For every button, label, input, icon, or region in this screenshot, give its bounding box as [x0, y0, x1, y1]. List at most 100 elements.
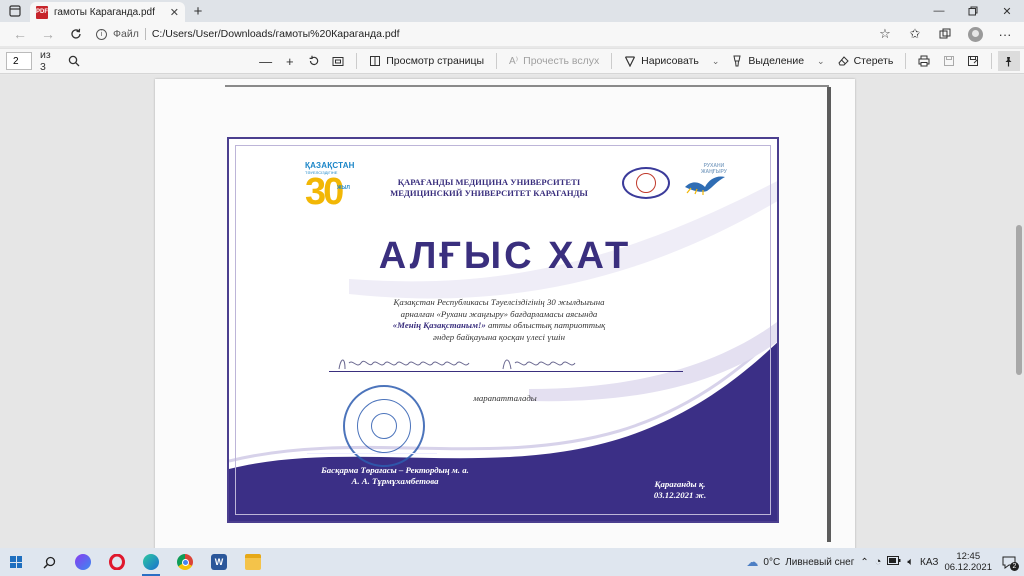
- university-name: ҚАРАҒАНДЫ МЕДИЦИНА УНИВЕРСИТЕТІ МЕДИЦИНС…: [369, 177, 609, 199]
- university-emblem-icon: [622, 167, 670, 199]
- toolbar-divider: [990, 53, 992, 69]
- vertical-scrollbar[interactable]: [1014, 75, 1024, 548]
- fit-page-icon[interactable]: [326, 50, 350, 72]
- battery-icon[interactable]: [887, 556, 901, 568]
- scan-shadow-top: [225, 85, 829, 87]
- taskbar-word-app[interactable]: W: [202, 548, 236, 576]
- logo-kazakhstan-text: ҚАЗАҚСТАН: [305, 161, 355, 170]
- read-aloud-icon: A⁾: [509, 55, 519, 67]
- start-button[interactable]: [0, 548, 32, 576]
- taskbar-edge-app[interactable]: [134, 548, 168, 576]
- favorites-icon[interactable]: ✩: [902, 23, 928, 45]
- volume-icon[interactable]: 🔈︎: [907, 556, 914, 569]
- close-tab-icon[interactable]: ✕: [170, 6, 179, 19]
- page-view-label: Просмотр страницы: [386, 55, 485, 67]
- add-favorite-icon[interactable]: ☆: [872, 23, 898, 45]
- network-icon[interactable]: ◔: [875, 556, 882, 568]
- url-scheme-label: Файл: [113, 28, 139, 40]
- weather-widget[interactable]: ☁ 0°C Ливневый снег: [746, 555, 854, 569]
- url-field[interactable]: i Файл C:/Users/User/Downloads/гамоты%20…: [96, 24, 866, 44]
- certificate: ҚАЗАҚСТАН ТӘУЕЛСІЗДІГІНЕ 30 ЖЫЛ ҚАРАҒАНД…: [227, 137, 779, 523]
- page-number-input[interactable]: [6, 52, 32, 70]
- logo-jyl-text: ЖЫЛ: [337, 185, 350, 191]
- new-tab-button[interactable]: +: [185, 0, 211, 22]
- forward-icon[interactable]: →: [34, 23, 62, 45]
- toolbar-divider: [356, 53, 358, 69]
- tab-title: гамоты Караганда.pdf: [54, 6, 155, 18]
- notifications-button[interactable]: 2: [998, 551, 1020, 573]
- tab-actions-icon: [9, 5, 21, 17]
- url-text: C:/Users/User/Downloads/гамоты%20Караган…: [151, 28, 400, 40]
- issue-date: 03.12.2021 ж.: [653, 490, 707, 500]
- profile-button[interactable]: [962, 23, 988, 45]
- erase-label: Стереть: [853, 55, 894, 67]
- university-name-ru: МЕДИЦИНСКИЙ УНИВЕРСИТЕТ КАРАГАНДЫ: [390, 188, 588, 198]
- snow-cloud-icon: ☁: [746, 555, 759, 569]
- chrome-icon: [177, 554, 193, 570]
- pin-toolbar-icon[interactable]: [997, 51, 1021, 71]
- edge-icon: [143, 554, 159, 570]
- highlight-label: Выделение: [748, 55, 805, 67]
- place-date-block: Қарағанды қ. 03.12.2021 ж.: [625, 479, 735, 501]
- independence-30-logo: ҚАЗАҚСТАН ТӘУЕЛСІЗДІГІНЕ 30 ЖЫЛ: [305, 161, 355, 221]
- search-icon: [42, 556, 55, 569]
- draw-label: Нарисовать: [641, 55, 699, 67]
- taskbar-alice-app[interactable]: [66, 548, 100, 576]
- university-name-kz: ҚАРАҒАНДЫ МЕДИЦИНА УНИВЕРСИТЕТІ: [397, 177, 581, 187]
- word-icon: W: [211, 554, 227, 570]
- rotate-icon[interactable]: [302, 50, 326, 72]
- search-icon[interactable]: [62, 50, 86, 72]
- print-icon[interactable]: [912, 50, 936, 72]
- tab-bar: PDF гамоты Караганда.pdf ✕ + — ✕: [0, 0, 1024, 22]
- read-aloud-button[interactable]: A⁾ Прочесть вслух: [503, 50, 605, 72]
- tab-pdf[interactable]: PDF гамоты Караганда.pdf ✕: [30, 2, 185, 22]
- browser-right-icons: ☆ ✩ ···: [872, 23, 1018, 45]
- collections-icon[interactable]: [932, 23, 958, 45]
- toolbar-divider: [496, 53, 497, 69]
- erase-button[interactable]: Стереть: [831, 50, 900, 72]
- chevron-down-icon[interactable]: ⌄: [712, 56, 720, 67]
- address-bar: ← → i Файл C:/Users/User/Downloads/гамот…: [0, 22, 1024, 46]
- zoom-out-icon[interactable]: —: [254, 50, 278, 72]
- info-icon[interactable]: i: [96, 28, 107, 40]
- certificate-body-text: Қазақстан Республикасы Тәуелсіздігінің 3…: [392, 297, 606, 342]
- save-icon[interactable]: [936, 50, 960, 72]
- language-indicator[interactable]: КАЗ: [920, 557, 938, 568]
- draw-button[interactable]: Нарисовать ⌄: [618, 50, 725, 72]
- refresh-icon[interactable]: [62, 23, 90, 45]
- system-tray: ☁ 0°C Ливневый снег ⌃ ◔ 🔈︎ КАЗ 12:45 06.…: [746, 548, 1024, 576]
- emblem-center: [636, 173, 656, 193]
- taskbar-explorer-app[interactable]: [236, 548, 270, 576]
- signer-block: Басқарма Төрағасы – Ректордың м. а. А. А…: [295, 465, 495, 487]
- taskbar-opera-app[interactable]: [100, 548, 134, 576]
- stamp-core: [371, 413, 397, 439]
- tab-actions-button[interactable]: [0, 0, 30, 22]
- chevron-up-icon[interactable]: ⌃: [860, 557, 868, 568]
- taskbar: W ☁ 0°C Ливневый снег ⌃ ◔ 🔈︎ КАЗ 12:45 0…: [0, 548, 1024, 576]
- page-view-button[interactable]: Просмотр страницы: [363, 50, 490, 72]
- chevron-down-icon[interactable]: ⌄: [817, 56, 825, 67]
- notification-count-badge: 2: [1010, 562, 1019, 571]
- pdf-toolbar: из 3 — + Просмотр страницы A⁾ Прочесть в…: [0, 48, 1024, 74]
- page-view-icon: [370, 56, 381, 66]
- scrollbar-thumb[interactable]: [1016, 225, 1022, 375]
- zoom-in-icon[interactable]: +: [278, 50, 302, 72]
- weather-description: Ливневый снег: [785, 556, 855, 568]
- restore-icon[interactable]: [956, 0, 990, 22]
- clock-date: 06.12.2021: [944, 562, 992, 573]
- highlight-button[interactable]: Выделение ⌄: [725, 50, 830, 72]
- weather-temperature: 0°C: [763, 556, 781, 568]
- taskbar-search-button[interactable]: [32, 548, 66, 576]
- windows-icon: [10, 556, 22, 568]
- draw-icon: [625, 56, 636, 67]
- official-stamp: [343, 385, 425, 467]
- clock[interactable]: 12:45 06.12.2021: [944, 551, 992, 573]
- more-options-icon[interactable]: ···: [992, 23, 1018, 45]
- minimize-icon[interactable]: —: [922, 0, 956, 22]
- signer-name: А. А. Тұрмұхамбетова: [351, 476, 439, 486]
- save-as-icon[interactable]: [961, 50, 985, 72]
- taskbar-chrome-app[interactable]: [168, 548, 202, 576]
- back-icon[interactable]: ←: [6, 23, 34, 45]
- close-window-icon[interactable]: ✕: [990, 0, 1024, 22]
- pdf-viewer[interactable]: ҚАЗАҚСТАН ТӘУЕЛСІЗДІГІНЕ 30 ЖЫЛ ҚАРАҒАНД…: [0, 75, 1024, 548]
